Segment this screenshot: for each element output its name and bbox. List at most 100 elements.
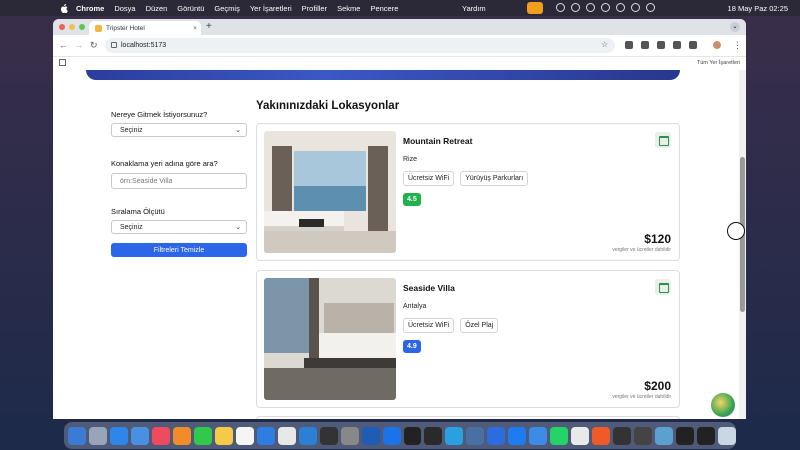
app-icon[interactable] xyxy=(697,426,716,445)
search-placeholder: örn:Seaside Villa xyxy=(120,177,173,185)
hotel-card[interactable] xyxy=(256,416,680,419)
menu-item-history[interactable]: Geçmiş xyxy=(214,4,239,13)
menu-app-name[interactable]: Chrome xyxy=(76,4,104,13)
app-icon[interactable] xyxy=(529,426,548,445)
calendar-icon[interactable] xyxy=(655,279,671,295)
safari-icon[interactable] xyxy=(109,426,128,445)
sort-select[interactable]: Seçiniz ⌄ xyxy=(111,220,247,234)
photos-icon[interactable] xyxy=(172,426,191,445)
rating-badge: 4.9 xyxy=(403,340,421,353)
site-info-icon[interactable] xyxy=(111,42,117,48)
launchpad-icon[interactable] xyxy=(88,426,107,445)
vscode-icon[interactable] xyxy=(298,426,317,445)
hotel-photo[interactable] xyxy=(264,278,396,400)
tray-icon[interactable] xyxy=(601,3,610,12)
hotel-name[interactable]: Seaside Villa xyxy=(403,283,455,293)
all-bookmarks-link[interactable]: Tüm Yer İşaretleri xyxy=(697,60,740,66)
search-icon[interactable] xyxy=(631,3,640,12)
hero-banner xyxy=(86,70,680,80)
slack-icon[interactable] xyxy=(571,426,590,445)
tray-icon[interactable] xyxy=(556,3,565,12)
page-scrollbar[interactable] xyxy=(739,70,746,419)
chevron-down-icon[interactable]: ⌄ xyxy=(730,22,740,32)
hotel-card[interactable]: Seaside Villa Antalya Ücretsiz WiFi Özel… xyxy=(256,270,680,408)
menu-item-view[interactable]: Görüntü xyxy=(177,4,204,13)
app-icon[interactable] xyxy=(466,426,485,445)
bookmark-star-icon[interactable]: ☆ xyxy=(601,40,608,49)
apps-grid-icon[interactable] xyxy=(59,59,66,66)
music-icon[interactable] xyxy=(151,426,170,445)
wifi-icon[interactable] xyxy=(616,3,625,12)
tax-note: vergiler ve ücretler dahildir xyxy=(612,247,671,253)
hotel-photo[interactable] xyxy=(264,131,396,253)
menu-item-help[interactable]: Yardım xyxy=(462,4,486,13)
menu-item-tab[interactable]: Sekme xyxy=(337,4,360,13)
apple-icon[interactable] xyxy=(60,3,68,13)
reload-icon[interactable]: ↻ xyxy=(90,40,98,51)
settings-icon[interactable] xyxy=(340,426,359,445)
maximize-window-icon[interactable] xyxy=(79,24,85,30)
facetime-icon[interactable] xyxy=(193,426,212,445)
sort-select-value: Seçiniz xyxy=(120,223,143,231)
extension-icon[interactable] xyxy=(625,41,633,49)
chrome-icon[interactable] xyxy=(277,426,296,445)
xcode-icon[interactable] xyxy=(319,426,338,445)
destination-select[interactable]: Seçiniz ⌄ xyxy=(111,123,247,137)
hotel-city: Rize xyxy=(403,156,418,163)
app-icon[interactable] xyxy=(634,426,653,445)
app-icon[interactable] xyxy=(361,426,380,445)
app-icon[interactable] xyxy=(613,426,632,445)
close-tab-icon[interactable]: × xyxy=(193,25,197,32)
menu-item-window[interactable]: Pencere xyxy=(370,4,398,13)
github-icon[interactable] xyxy=(403,426,422,445)
menu-clock[interactable]: 18 May Paz 02:25 xyxy=(728,4,788,13)
app-icon[interactable] xyxy=(508,426,527,445)
terminal-icon[interactable] xyxy=(424,426,443,445)
minimize-window-icon[interactable] xyxy=(69,24,75,30)
calendar-icon[interactable] xyxy=(655,132,671,148)
app-icon[interactable] xyxy=(487,426,506,445)
whatsapp-icon[interactable] xyxy=(550,426,569,445)
extension-icon[interactable] xyxy=(673,41,681,49)
browser-window: Tripster Hotel × + ⌄ ← → ↻ localhost:517… xyxy=(53,19,746,419)
trash-icon[interactable] xyxy=(718,426,736,445)
search-input[interactable]: örn:Seaside Villa xyxy=(111,173,247,189)
mouse-cursor xyxy=(727,222,745,240)
back-icon[interactable]: ← xyxy=(59,40,68,50)
url-text: localhost:5173 xyxy=(121,42,167,49)
new-tab-button[interactable]: + xyxy=(206,21,212,32)
telegram-icon[interactable] xyxy=(445,426,464,445)
menu-item-edit[interactable]: Düzen xyxy=(146,4,168,13)
forward-icon[interactable]: → xyxy=(74,40,83,50)
chat-assistant-button[interactable] xyxy=(711,393,735,417)
clear-filters-button[interactable]: Filtreleri Temizle xyxy=(111,243,247,257)
app-icon[interactable] xyxy=(382,426,401,445)
microphone-indicator-icon[interactable] xyxy=(527,2,543,14)
tray-icon[interactable] xyxy=(571,3,580,12)
mail-icon[interactable] xyxy=(130,426,149,445)
browser-tab[interactable]: Tripster Hotel × xyxy=(89,21,201,35)
more-menu-icon[interactable]: ⋮ xyxy=(733,40,742,51)
extension-icon[interactable] xyxy=(657,41,665,49)
close-window-icon[interactable] xyxy=(59,24,65,30)
address-bar[interactable]: localhost:5173 xyxy=(105,38,615,53)
menu-item-file[interactable]: Dosya xyxy=(114,4,135,13)
app-icon[interactable] xyxy=(676,426,695,445)
macos-menu-bar: Chrome Dosya Düzen Görüntü Geçmiş Yer İş… xyxy=(0,0,800,16)
puzzle-icon[interactable] xyxy=(689,41,697,49)
hotel-name[interactable]: Mountain Retreat xyxy=(403,136,472,146)
notes-icon[interactable] xyxy=(214,426,233,445)
tray-icon[interactable] xyxy=(586,3,595,12)
status-tray xyxy=(556,3,655,12)
app-store-icon[interactable] xyxy=(256,426,275,445)
menu-item-profiles[interactable]: Profiller xyxy=(302,4,327,13)
profile-avatar[interactable] xyxy=(713,41,721,49)
preview-icon[interactable] xyxy=(655,426,674,445)
finder-icon[interactable] xyxy=(68,426,86,445)
extension-icon[interactable] xyxy=(641,41,649,49)
hotel-card[interactable]: Mountain Retreat Rize Ücretsiz WiFi Yürü… xyxy=(256,123,680,261)
control-center-icon[interactable] xyxy=(646,3,655,12)
calendar-app-icon[interactable] xyxy=(235,426,254,445)
menu-item-bookmarks[interactable]: Yer İşaretleri xyxy=(250,4,292,13)
app-icon[interactable] xyxy=(592,426,611,445)
